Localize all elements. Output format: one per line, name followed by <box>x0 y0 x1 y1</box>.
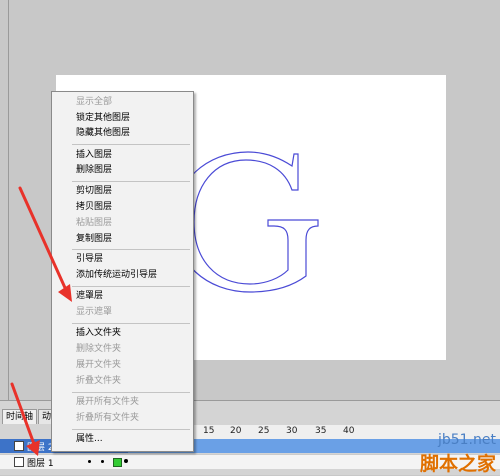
menu-delete-folder[interactable]: 删除文件夹 <box>76 342 121 356</box>
stage-border <box>8 0 9 400</box>
menu-separator <box>72 249 190 250</box>
menu-cut-layer[interactable]: 剪切图层 <box>76 184 112 198</box>
menu-insert-folder[interactable]: 插入文件夹 <box>76 326 121 340</box>
menu-properties[interactable]: 属性... <box>76 432 103 446</box>
menu-show-mask[interactable]: 显示遮罩 <box>76 305 112 319</box>
watermark-site: jb51.net <box>437 432 496 448</box>
watermark-name: 脚本之家 <box>419 453 496 475</box>
visibility-dot[interactable] <box>88 460 91 463</box>
ruler-number: 20 <box>230 426 242 436</box>
watermark: jb51.net 脚本之家 <box>380 414 496 475</box>
menu-add-motion-guide[interactable]: 添加传统运动引导层 <box>76 268 157 282</box>
menu-separator <box>72 181 190 182</box>
menu-collapse-folder[interactable]: 折叠文件夹 <box>76 374 121 388</box>
ruler-number: 40 <box>343 426 355 436</box>
menu-separator <box>72 392 190 393</box>
menu-separator <box>72 286 190 287</box>
glyph-path <box>173 151 319 293</box>
menu-separator <box>72 323 190 324</box>
ruler-number: 15 <box>203 426 215 436</box>
ruler-number: 25 <box>258 426 270 436</box>
layer-context-menu: 显示全部 锁定其他图层 隐藏其他图层 插入图层 删除图层 剪切图层 拷贝图层 粘… <box>51 91 194 452</box>
menu-guide-layer[interactable]: 引导层 <box>76 252 103 266</box>
menu-expand-folder[interactable]: 展开文件夹 <box>76 358 121 372</box>
ruler-number: 30 <box>286 426 298 436</box>
menu-separator <box>72 144 190 145</box>
outline-color-swatch[interactable] <box>113 458 122 467</box>
menu-lock-others[interactable]: 锁定其他图层 <box>76 111 130 125</box>
menu-separator <box>72 429 190 430</box>
ruler-number: 35 <box>315 426 327 436</box>
menu-mask-layer[interactable]: 遮罩层 <box>76 289 103 303</box>
menu-duplicate-layer[interactable]: 复制图层 <box>76 232 112 246</box>
layer-name[interactable]: 图层 2 <box>27 440 54 453</box>
layer-name[interactable]: 图层 1 <box>27 456 54 469</box>
lock-dot[interactable] <box>101 460 104 463</box>
menu-delete-layer[interactable]: 删除图层 <box>76 163 112 177</box>
menu-paste-layer[interactable]: 粘贴图层 <box>76 216 112 230</box>
layer-icon <box>14 457 24 467</box>
menu-show-all[interactable]: 显示全部 <box>76 95 112 109</box>
tab-timeline[interactable]: 时间轴 <box>2 409 38 424</box>
glyph-outline-g[interactable] <box>170 148 330 294</box>
keyframe-dot[interactable] <box>124 459 128 463</box>
menu-collapse-all-folders[interactable]: 折叠所有文件夹 <box>76 411 139 425</box>
menu-insert-layer[interactable]: 插入图层 <box>76 148 112 162</box>
menu-copy-layer[interactable]: 拷贝图层 <box>76 200 112 214</box>
menu-hide-others[interactable]: 隐藏其他图层 <box>76 126 130 140</box>
layer-icon <box>14 441 24 451</box>
menu-expand-all-folders[interactable]: 展开所有文件夹 <box>76 395 139 409</box>
